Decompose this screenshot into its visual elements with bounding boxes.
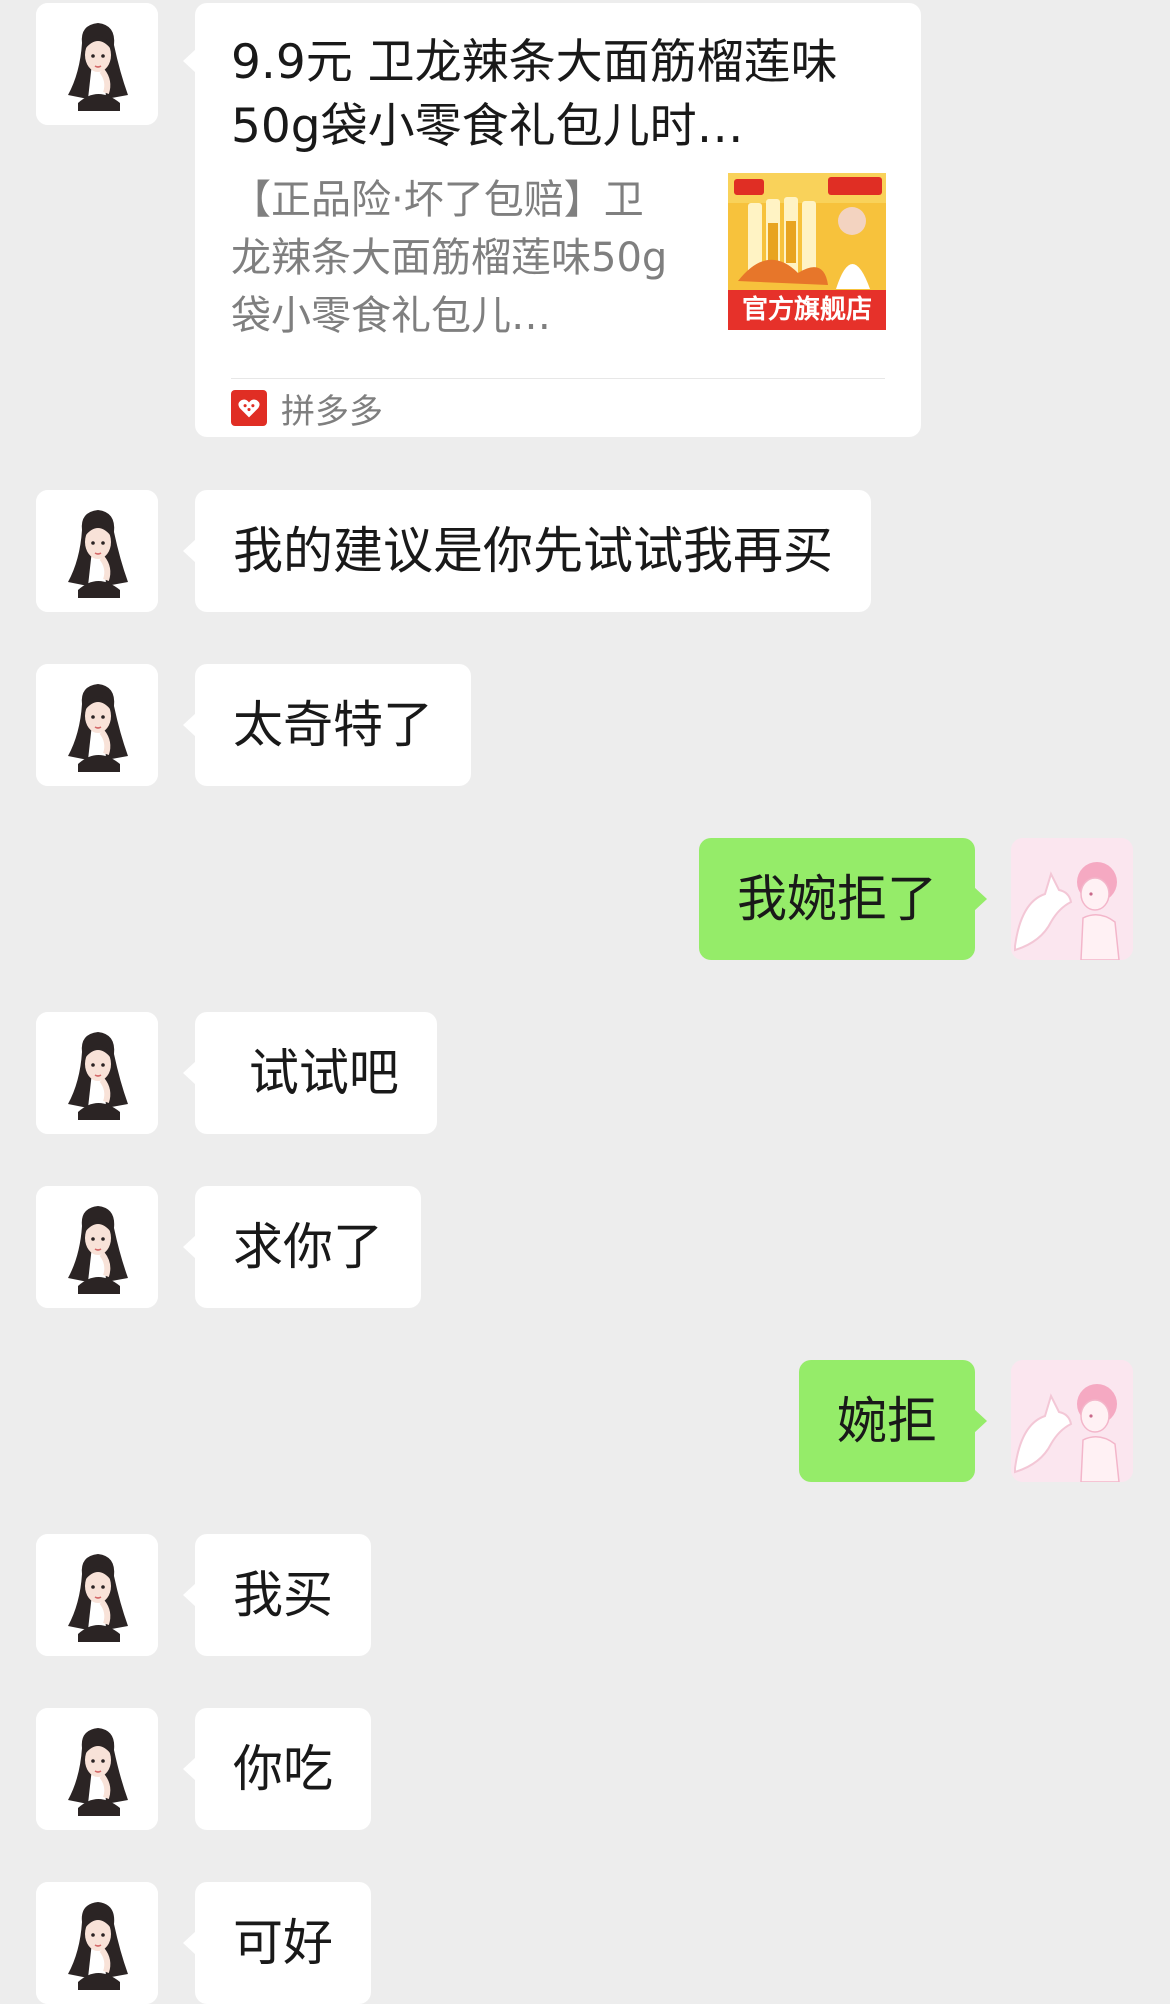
message-row-shared-card: 9.9元 卫龙辣条大面筋榴莲味50g袋小零食礼包儿时… 【正品险·坏了包赔】卫龙…: [0, 0, 1170, 440]
girl-avatar-icon: [36, 3, 158, 125]
shared-product-card[interactable]: 9.9元 卫龙辣条大面筋榴莲味50g袋小零食礼包儿时… 【正品险·坏了包赔】卫龙…: [183, 3, 921, 437]
contact-avatar[interactable]: [36, 3, 158, 125]
girl-avatar-icon: [36, 1708, 158, 1830]
outgoing-message-bubble[interactable]: 婉拒: [799, 1360, 987, 1482]
message-row: 求你了: [0, 1186, 1170, 1308]
girl-avatar-icon: [36, 1012, 158, 1134]
cat-and-girl-avatar-icon: [1011, 1360, 1133, 1482]
contact-avatar[interactable]: [36, 1012, 158, 1134]
incoming-message-bubble[interactable]: 太奇特了: [183, 664, 471, 786]
girl-avatar-icon: [36, 1186, 158, 1308]
contact-avatar[interactable]: [36, 1882, 158, 2004]
card-description: 【正品险·坏了包赔】卫龙辣条大面筋榴莲味50g袋小零食礼包儿…: [231, 177, 668, 339]
my-avatar[interactable]: [1011, 1360, 1133, 1482]
message-row: 试试吧: [0, 1012, 1170, 1134]
incoming-message-bubble[interactable]: 求你了: [183, 1186, 421, 1308]
message-row: 你吃: [0, 1708, 1170, 1830]
cat-and-girl-avatar-icon: [1011, 838, 1133, 960]
pinduoduo-logo-icon: [231, 390, 267, 426]
girl-avatar-icon: [36, 664, 158, 786]
card-title: 9.9元 卫龙辣条大面筋榴莲味50g袋小零食礼包儿时…: [231, 35, 838, 154]
card-divider: [231, 378, 885, 379]
card-thumbnail: 官方旗舰店: [728, 173, 886, 330]
message-row: 可好: [0, 1882, 1170, 2004]
my-avatar[interactable]: [1011, 838, 1133, 960]
thumbnail-badge: 官方旗舰店: [728, 290, 886, 330]
incoming-message-bubble[interactable]: 试试吧: [183, 1012, 437, 1134]
girl-avatar-icon: [36, 1882, 158, 2004]
message-row: 婉拒: [0, 1360, 1170, 1482]
contact-avatar[interactable]: [36, 664, 158, 786]
incoming-message-bubble[interactable]: 我买: [183, 1534, 371, 1656]
girl-avatar-icon: [36, 1534, 158, 1656]
card-source: 拼多多: [231, 388, 383, 432]
message-row: 我的建议是你先试试我再买: [0, 490, 1170, 612]
contact-avatar[interactable]: [36, 1708, 158, 1830]
outgoing-message-bubble[interactable]: 我婉拒了: [699, 838, 987, 960]
contact-avatar[interactable]: [36, 1186, 158, 1308]
message-row: 我买: [0, 1534, 1170, 1656]
incoming-message-bubble[interactable]: 你吃: [183, 1708, 371, 1830]
contact-avatar[interactable]: [36, 490, 158, 612]
contact-avatar[interactable]: [36, 1534, 158, 1656]
card-source-label: 拼多多: [281, 391, 383, 432]
incoming-message-bubble[interactable]: 我的建议是你先试试我再买: [183, 490, 871, 612]
message-row: 太奇特了: [0, 664, 1170, 786]
girl-avatar-icon: [36, 490, 158, 612]
message-row: 我婉拒了: [0, 838, 1170, 960]
incoming-message-bubble[interactable]: 可好: [183, 1882, 371, 2004]
snack-product-image: [728, 173, 886, 290]
